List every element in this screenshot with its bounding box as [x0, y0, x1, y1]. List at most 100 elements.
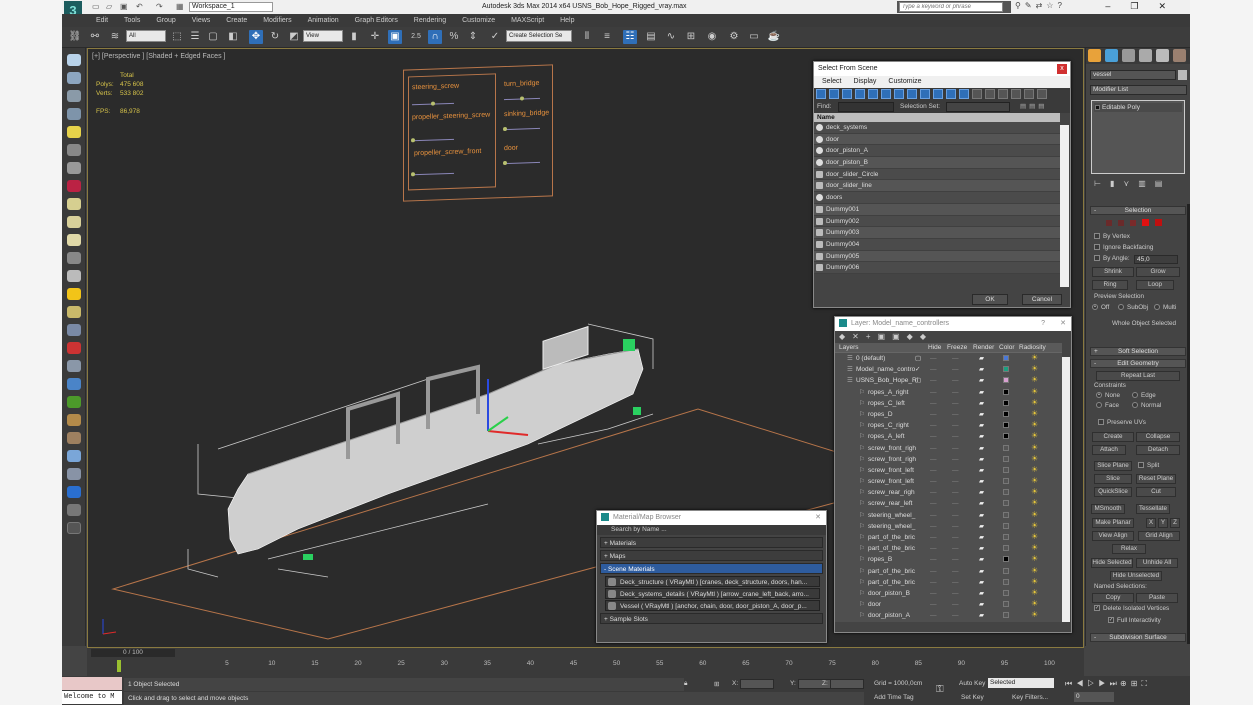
maxscript-output[interactable]: Welcome to M — [62, 691, 122, 704]
scene-object-row[interactable]: deck_systems — [814, 122, 1060, 134]
layer-color-swatch[interactable] — [1003, 534, 1009, 540]
render-toggle-icon[interactable]: ▰ — [979, 387, 984, 398]
containers-filter-icon[interactable] — [933, 89, 943, 99]
radiosity-icon[interactable]: ☀ — [1031, 533, 1039, 541]
freeze-toggle[interactable]: — — [952, 487, 959, 498]
layer-row[interactable]: ⚐ ropes_A_left — — ▰ ☀ — [835, 431, 1062, 443]
constraint-normal-radio[interactable]: Normal — [1132, 402, 1161, 409]
grow-button[interactable]: Grow — [1136, 267, 1180, 277]
menu-edit[interactable]: Edit — [96, 14, 108, 27]
sphere-icon[interactable] — [67, 306, 81, 318]
element-level-icon[interactable] — [1155, 219, 1162, 226]
constraint-face-radio[interactable]: Face — [1096, 402, 1119, 409]
rectangle-selection-icon[interactable]: ▢ — [206, 30, 220, 44]
hide-selected-button[interactable]: Hide Selected — [1091, 558, 1133, 568]
layer-color-swatch[interactable] — [1003, 612, 1009, 619]
soft-selection-rollout-header[interactable]: + Soft Selection — [1090, 347, 1186, 356]
hide-toggle[interactable]: — — [930, 353, 937, 364]
layer-color-swatch[interactable] — [1003, 511, 1009, 518]
groups-filter-icon[interactable] — [894, 89, 904, 99]
render-toggle-icon[interactable]: ▰ — [979, 521, 984, 532]
ignore-backfacing-checkbox[interactable]: Ignore Backfacing — [1094, 244, 1153, 251]
select-by-name-icon[interactable]: ☰ — [188, 30, 202, 44]
render-toggle-icon[interactable]: ▰ — [979, 588, 984, 599]
list-icon[interactable] — [67, 90, 81, 102]
layer-color-swatch[interactable] — [1003, 455, 1009, 462]
quickslice-button[interactable]: QuickSlice — [1094, 487, 1132, 497]
angle-snap-icon[interactable]: ∩ — [428, 30, 442, 44]
set-current-layer-icon[interactable]: ▢ — [915, 353, 921, 364]
layer-color-swatch[interactable] — [1003, 522, 1009, 529]
select-objects-icon[interactable]: ▣ — [878, 332, 893, 341]
filter-icon[interactable] — [1011, 89, 1021, 99]
minimize-icon[interactable]: – — [1105, 1, 1130, 11]
preview-subobj-radio[interactable]: SubObj — [1118, 304, 1148, 311]
freeze-toggle[interactable]: — — [952, 532, 959, 543]
keyboard-shortcut-override-icon[interactable]: ▣ — [388, 30, 402, 44]
dome-icon[interactable] — [67, 216, 81, 228]
fur-ball-icon[interactable] — [67, 432, 81, 444]
render-toggle-icon[interactable]: ▰ — [979, 476, 984, 487]
mirror-icon[interactable]: ⫴ — [580, 30, 594, 44]
camera-icon[interactable] — [67, 144, 81, 156]
layer-row[interactable]: ⚐ screw_front_righ — — ▰ ☀ — [835, 453, 1062, 465]
new-file-icon[interactable]: ▭ — [92, 2, 100, 12]
key-icon[interactable]: ⚿ — [936, 684, 944, 695]
material-item[interactable]: Vessel ( VRayMtl ) [anchor, chain, door,… — [605, 600, 820, 611]
workspace-dropdown[interactable]: Workspace_1 — [189, 2, 273, 12]
render-toggle-icon[interactable]: ▰ — [979, 543, 984, 554]
render-toggle-icon[interactable]: ▰ — [979, 465, 984, 476]
star-icon[interactable]: ☆ — [1046, 1, 1057, 10]
layer-color-swatch[interactable] — [1003, 410, 1009, 417]
radiosity-icon[interactable]: ☀ — [1031, 488, 1039, 496]
reference-coord-dropdown[interactable]: View — [303, 30, 343, 42]
column-freeze[interactable]: Freeze — [947, 343, 967, 353]
envelope-icon[interactable] — [67, 360, 81, 372]
render-window-icon[interactable] — [67, 72, 81, 84]
layer-color-swatch[interactable] — [1003, 444, 1009, 451]
render-toggle-icon[interactable]: ▰ — [979, 498, 984, 509]
border-level-icon[interactable] — [1130, 220, 1136, 226]
split-checkbox[interactable]: Split — [1138, 462, 1159, 469]
teapot-icon[interactable] — [67, 54, 81, 66]
menu-display[interactable]: Display — [853, 78, 876, 85]
show-end-result-icon[interactable]: ▮ — [1110, 179, 1123, 188]
layer-color-swatch[interactable] — [1003, 466, 1009, 473]
bones-filter-icon[interactable] — [920, 89, 930, 99]
expand-icon[interactable] — [1095, 105, 1100, 110]
edit-named-selection-icon[interactable]: ✓ — [488, 30, 502, 44]
menu-customize[interactable]: Customize — [888, 78, 921, 85]
freeze-toggle[interactable]: — — [952, 409, 959, 420]
layer-color-swatch[interactable] — [1003, 399, 1009, 406]
material-editor-icon[interactable]: ◉ — [705, 30, 719, 44]
controller-slider-knob[interactable] — [503, 126, 507, 132]
hide-toggle[interactable]: — — [930, 510, 937, 521]
set-current-layer-icon[interactable]: ▢ — [915, 375, 921, 386]
scene-object-row[interactable]: Dummy004 — [814, 238, 1060, 251]
relax-button[interactable]: Relax — [1112, 544, 1146, 554]
layer-row[interactable]: ⚐ screw_rear_left — — ▰ ☀ — [835, 498, 1062, 510]
hide-toggle[interactable]: — — [930, 398, 937, 409]
freeze-toggle[interactable]: — — [952, 521, 959, 532]
layer-color-swatch[interactable] — [1003, 489, 1009, 496]
layer-row[interactable]: ⚐ ropes_B — — ▰ ☀ — [835, 554, 1062, 566]
ring-button[interactable]: Ring — [1092, 280, 1128, 290]
link-icon[interactable]: ⛓ — [68, 30, 82, 44]
hide-toggle[interactable]: — — [930, 443, 937, 454]
make-planar-button[interactable]: Make Planar — [1092, 518, 1134, 528]
layer-color-swatch[interactable] — [1003, 422, 1009, 429]
layer-row[interactable]: ⚐ steering_wheel_ — — ▰ ☀ — [835, 520, 1062, 532]
radiosity-icon[interactable]: ☀ — [1031, 421, 1039, 429]
eye-icon[interactable] — [67, 252, 81, 264]
layer-color-swatch[interactable] — [1003, 545, 1009, 552]
scene-object-row[interactable]: door_piston_A — [814, 145, 1060, 158]
menu-customize[interactable]: Customize — [462, 14, 495, 27]
layer-row[interactable]: ⚐ part_of_the_bric — — ▰ ☀ — [835, 576, 1062, 588]
scene-object-row[interactable]: Dummy006 — [814, 262, 1060, 274]
scene-object-row[interactable]: door_piston_B — [814, 157, 1060, 169]
snaps-toggle-icon[interactable]: 2.5 — [409, 30, 423, 44]
render-toggle-icon[interactable]: ▰ — [979, 554, 984, 565]
radiosity-icon[interactable]: ☀ — [1031, 477, 1039, 485]
unhide-all-button[interactable]: Unhide All — [1136, 558, 1178, 568]
columns-icon[interactable] — [1037, 89, 1047, 99]
